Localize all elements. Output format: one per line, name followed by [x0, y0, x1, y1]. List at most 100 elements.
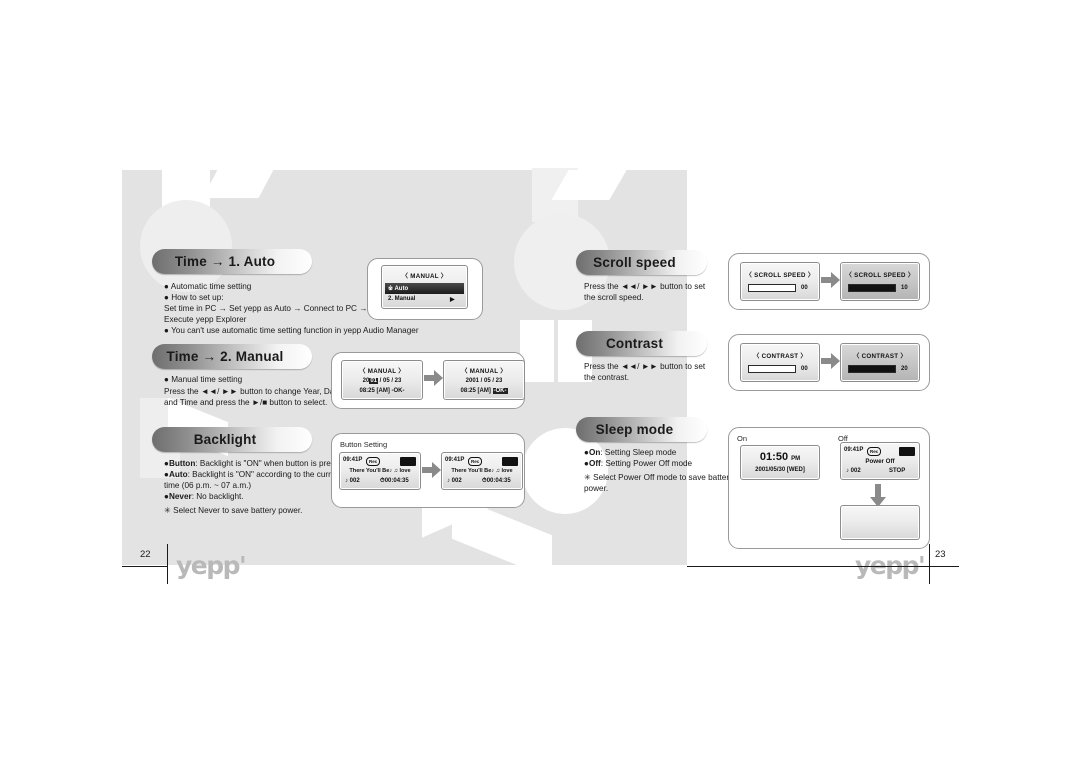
lcd-sleep-on: 01:50 PM 2001/05/30 [WED]: [740, 445, 820, 480]
lcd-sleep-on-date: 2001/05/30 [WED]: [755, 467, 805, 473]
sleep-mode-line-3: ✳ Select Power Off mode to save battery: [584, 473, 734, 482]
backlight-term-auto: ●Auto: [164, 470, 188, 479]
elapsed-value-before: 00:04:35: [384, 478, 409, 484]
section-heading-contrast-label: Contrast: [605, 336, 664, 351]
time-manual-line-1: ● Manual time setting: [164, 375, 243, 384]
time-manual-line-3: and Time and press the ►/■ button to sel…: [164, 398, 328, 407]
backlight-term-button: ●Button: [164, 459, 196, 468]
lcd-backlight-after: 09:41P Rec There You'll Be♪ ♫ love ♪ 002…: [441, 452, 523, 490]
gauge-contrast-after: [848, 365, 896, 373]
lcd-manual-date-after-time: 08:25 [AM] -OK-: [444, 388, 524, 394]
gauge-value-scroll-after: 10: [901, 285, 908, 291]
lcd-backlight-before-rec-badge: Rec: [366, 457, 381, 466]
lcd-manual-date-before: 〈 MANUAL 〉 2001 / 05 / 23 08:25 [AM] -OK…: [341, 360, 423, 400]
section-heading-scroll-speed: Scroll speed: [576, 250, 707, 275]
footer-divider-right: [929, 544, 930, 584]
lcd-manual-date-before-title: 〈 MANUAL 〉: [359, 368, 405, 375]
gauge-value-contrast-before: 00: [801, 366, 808, 372]
arrow-right-icon-scroll: [821, 271, 841, 292]
lcd-sleep-off: 09:41P Rec Power Off ♪ 002 STOP: [840, 442, 920, 480]
watermark-shape-2: [202, 170, 274, 198]
elapsed-value-after: 00:04:35: [486, 478, 511, 484]
footer-rule-right: [929, 566, 959, 567]
sleep-mode-line-4: power.: [584, 484, 609, 493]
section-heading-contrast: Contrast: [576, 331, 707, 356]
time-auto-line-5: ● You can't use automatic time setting f…: [164, 326, 419, 335]
sleep-mode-line-1: ●On: Setting Sleep mode: [584, 447, 676, 458]
lcd-sleep-off-transport: STOP: [889, 468, 906, 474]
battery-icon-backlight-before: [400, 457, 416, 466]
backlight-term-never: ●Never: [164, 492, 192, 501]
lcd-backlight-before-clock: 09:41P: [343, 457, 363, 463]
sleep-column-label-on: On: [737, 434, 748, 443]
time-auto-line-1: ● Automatic time setting: [164, 282, 252, 291]
ok-label: -OK-: [391, 388, 405, 394]
backlight-line-1: ●Button: Backlight is "ON" when button i…: [164, 458, 348, 469]
manual-spread-page: Time → 1. Auto ● Automatic time setting …: [0, 0, 1080, 763]
lcd-sleep-on-time: 01:50 PM: [741, 451, 819, 463]
lcd-backlight-before-track: ♪ 002: [345, 478, 360, 484]
lcd-scroll-speed-after: 〈 SCROLL SPEED 〉 10: [840, 262, 920, 301]
lcd-backlight-after-elapsed: ⏱00:04:35: [482, 478, 511, 485]
date-suffix: / 05 / 23: [378, 378, 402, 384]
backlight-desc-never: : No backlight.: [191, 492, 244, 501]
lcd-menu-item-manual: 2. Manual: [388, 296, 415, 302]
lcd-manual-date-after: 〈 MANUAL 〉 2001 / 05 / 23 08:25 [AM] -OK…: [443, 360, 525, 400]
lcd-menu-item-manual-label: 2. Manual: [388, 296, 416, 302]
footer-divider-left: [167, 544, 168, 584]
lcd-sleep-off-blank: [840, 505, 920, 540]
lcd-menu-item-manual-arrow-icon: ▶: [450, 297, 455, 303]
page-number-right: 23: [935, 549, 946, 560]
contrast-line-2: the contrast.: [584, 373, 630, 382]
section-heading-time-manual: Time → 2. Manual: [152, 344, 312, 369]
lcd-manual-date-before-date: 2001 / 05 / 23: [342, 378, 422, 384]
section-heading-time-auto: Time → 1. Auto: [152, 249, 312, 274]
sleep-minute: 50: [775, 451, 789, 463]
gauge-fill-scroll-after: [849, 285, 895, 291]
lcd-contrast-after: 〈 CONTRAST 〉 20: [840, 343, 920, 382]
lcd-manual-menu-title: 〈 MANUAL 〉: [401, 273, 448, 280]
battery-icon-sleep-off: [899, 447, 915, 456]
lcd-contrast-after-title: 〈 CONTRAST 〉: [853, 353, 907, 360]
lcd-sleep-off-rec-badge: Rec: [867, 447, 882, 456]
backlight-line-2: ●Auto: Backlight is "ON" according to th…: [164, 469, 342, 480]
section-heading-backlight-label: Backlight: [193, 432, 257, 447]
illustration-label-button-setting: Button Setting: [340, 440, 388, 449]
sleep-desc-on: : Setting Sleep mode: [600, 448, 677, 457]
time-manual-line-2: Press the ◄◄/ ►► button to change Year, …: [164, 387, 342, 396]
lcd-manual-date-after-title: 〈 MANUAL 〉: [461, 368, 507, 375]
watermark-shape-9: [520, 320, 554, 382]
sleep-term-on: On: [588, 448, 601, 457]
lcd-sleep-off-clock: 09:41P: [844, 447, 864, 453]
time-auto-line-3: Set time in PC → Set yepp as Auto → Conn…: [164, 304, 368, 313]
sleep-meridiem: PM: [791, 456, 801, 462]
lcd-sleep-off-track: ♪ 002: [846, 468, 861, 474]
lcd-backlight-before: 09:41P Rec There You'll Be♪ ♫ love ♪ 002…: [339, 452, 421, 490]
section-heading-sleep-mode: Sleep mode: [576, 417, 707, 442]
time-value: 08:25 [AM]: [359, 388, 390, 394]
lcd-backlight-after-clock: 09:41P: [445, 457, 465, 463]
time-value-after: 08:25 [AM]: [460, 388, 491, 394]
section-heading-backlight: Backlight: [152, 427, 312, 452]
backlight-line-3: time (06 p.m. ~ 07 a.m.): [164, 481, 252, 490]
lcd-backlight-before-elapsed: ⏱00:04:35: [380, 478, 409, 485]
lcd-backlight-after-track: ♪ 002: [447, 478, 462, 484]
lcd-backlight-after-rec-badge: Rec: [468, 457, 483, 466]
brand-logo-left: yepp': [176, 551, 247, 580]
lcd-manual-menu: 〈 MANUAL 〉 ※ Auto 2. Manual ▶: [381, 265, 468, 309]
section-heading-sleep-mode-label: Sleep mode: [595, 422, 674, 437]
lcd-manual-date-after-date: 2001 / 05 / 23: [465, 378, 503, 384]
time-auto-line-4: Execute yepp Explorer: [164, 315, 247, 324]
scroll-speed-line-2: the scroll speed.: [584, 293, 644, 302]
lcd-menu-item-auto: ※ Auto: [385, 283, 464, 294]
gauge-value-scroll-before: 00: [801, 285, 808, 291]
footer-rule-right-top: [687, 566, 929, 567]
gauge-scroll-speed-after: [848, 284, 896, 292]
arrow-right-icon-backlight: [422, 461, 442, 482]
page-number-left: 22: [140, 549, 151, 560]
gauge-contrast-before: [748, 365, 796, 373]
lcd-manual-date-before-time: 08:25 [AM] -OK-: [342, 388, 422, 394]
arrow-right-icon-contrast: [821, 352, 841, 373]
backlight-desc-button: : Backlight is "ON" when button is press…: [195, 459, 349, 468]
scroll-speed-line-1: Press the ◄◄/ ►► button to set: [584, 282, 706, 291]
